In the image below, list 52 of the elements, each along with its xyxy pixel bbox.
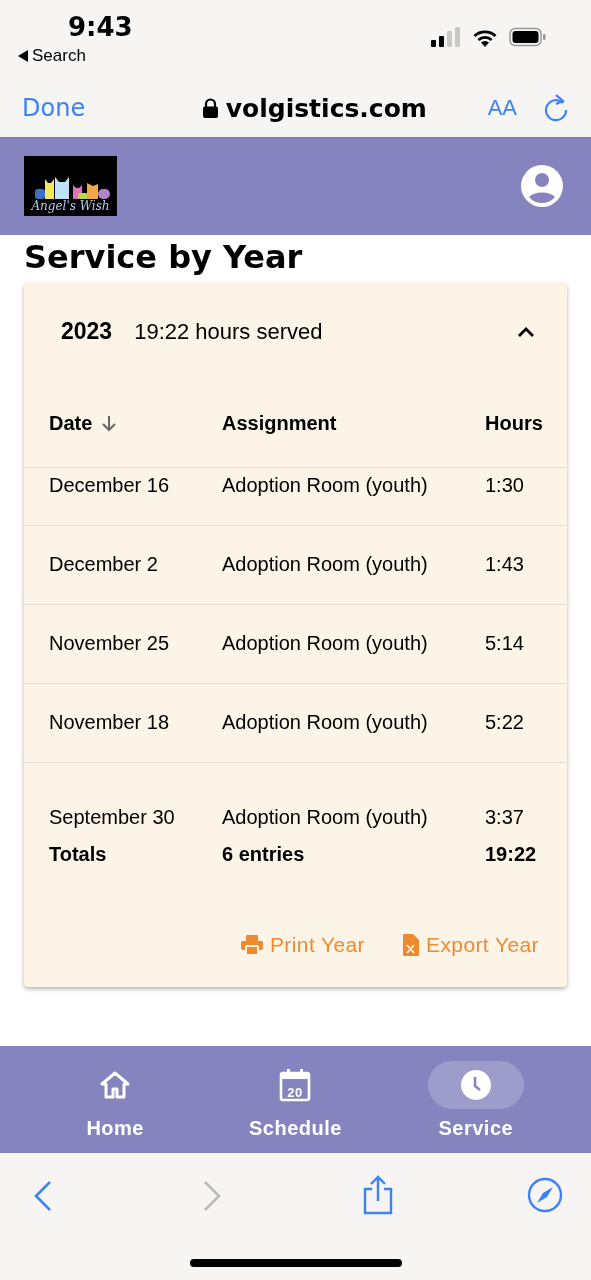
column-header[interactable]: Date [49,412,93,436]
table-cell-text: 1:30 [485,473,525,497]
lock-icon [202,98,218,119]
compass-icon[interactable] [527,1177,563,1214]
table-cell-text: December 2 [49,553,159,577]
table-cell-text: Adoption Room (youth) [222,805,429,829]
signal-icon [431,27,462,47]
table-cell-text: Adoption Room (youth) [222,632,429,656]
table-cell-text: December 16 [49,473,171,497]
table-cell-text: Adoption Room (youth) [222,711,429,735]
table-cell-text: Adoption Room (youth) [222,473,429,497]
table-cell-text: November 25 [49,632,171,656]
year-label: 2023 [61,318,113,346]
export-year-link[interactable]: Export Year [403,932,539,957]
back-icon[interactable] [33,1180,53,1213]
forward-icon[interactable] [202,1180,222,1213]
clock-time: 9:43 [68,12,133,42]
account-icon[interactable] [521,165,563,208]
logo[interactable]: Angel's Wish [24,156,117,217]
totals-label: Totals [49,843,108,867]
nav-tab[interactable]: Home [25,1045,206,1154]
page-title: Service by Year [24,237,303,276]
battery-icon [509,27,546,47]
hours-summary: 19:22 hours served [134,318,324,345]
column-header: Assignment [222,412,338,436]
table-cell-text: Adoption Room (youth) [222,553,429,577]
logo-text: Angel's Wish [31,199,110,214]
table-cell-text: September 30 [49,805,176,829]
table-cell-text: 5:14 [485,632,525,656]
clock-icon [460,1069,491,1100]
column-header: Hours [485,412,544,436]
table-cell-text: 3:37 [485,805,525,829]
text-size-button[interactable]: AA [487,95,517,122]
share-icon[interactable] [362,1175,394,1216]
table-cell-text: November 18 [49,711,171,735]
home-icon [100,1070,131,1099]
nav-tab[interactable]: Service [385,1045,566,1154]
print-year-link[interactable]: Print Year [240,932,365,957]
table-cell-text: 1:43 [485,553,525,577]
back-to-app-link[interactable]: Search [18,46,86,66]
reload-icon[interactable] [543,94,569,123]
back-triangle-icon [18,50,28,62]
totals-entries: 6 entries [222,843,306,867]
done-button[interactable]: Done [22,94,142,123]
nav-tab[interactable]: 20 Schedule [205,1045,386,1154]
printer-icon [240,934,263,955]
totals-hours: 19:22 [485,843,538,867]
address-text[interactable]: volgistics.com [225,93,427,123]
spreadsheet-file-icon [403,933,419,956]
table-cell-text: 5:22 [485,711,525,735]
collapse-chevron-icon[interactable] [517,325,535,338]
sort-down-arrow-icon[interactable] [102,415,117,432]
